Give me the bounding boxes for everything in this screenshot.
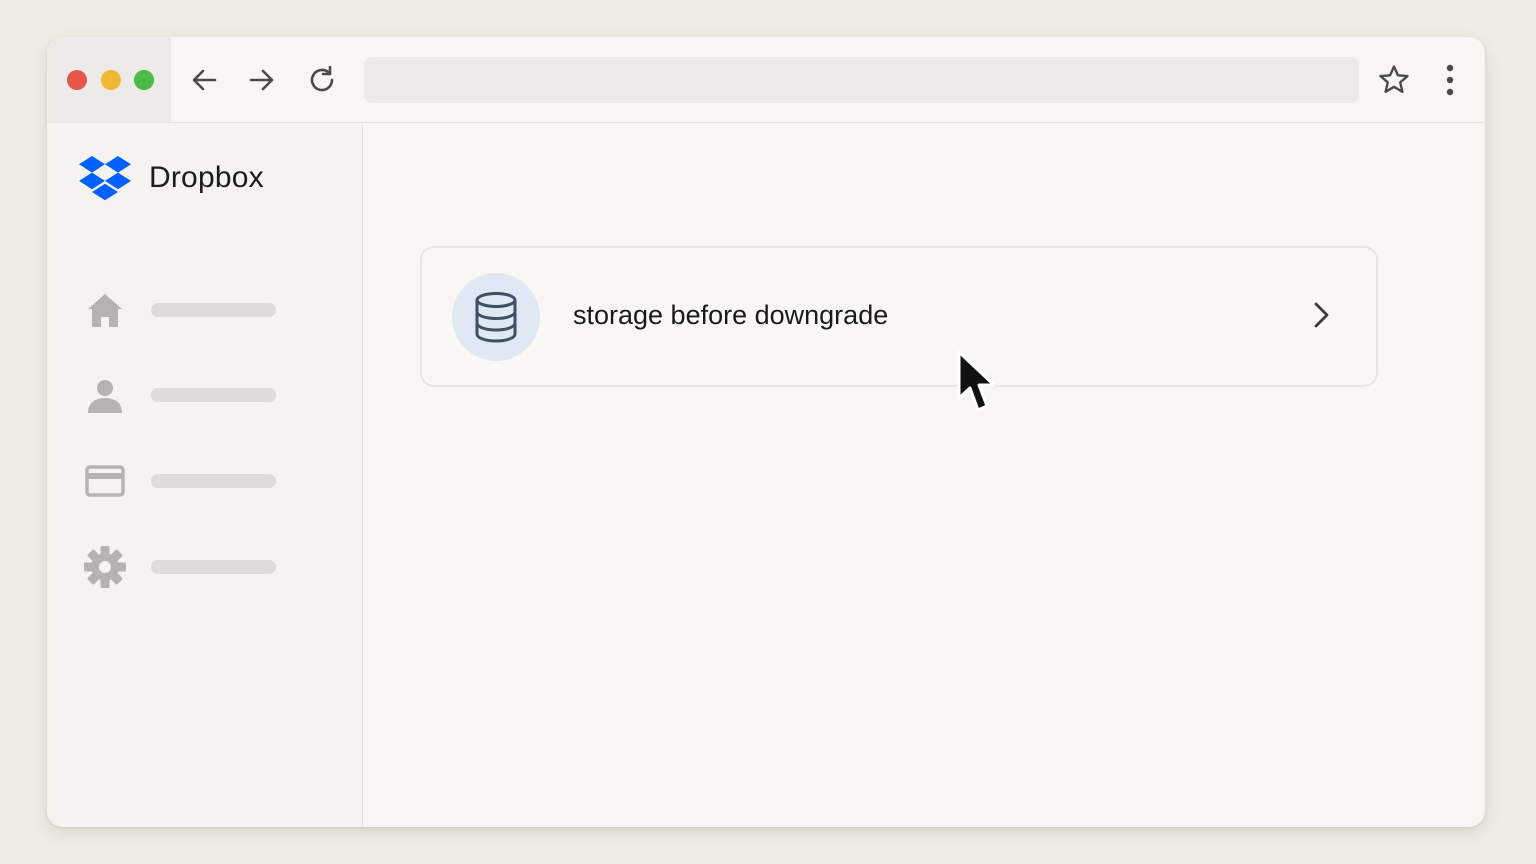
card-icon-badge (452, 273, 540, 361)
brand-name: Dropbox (149, 161, 264, 194)
storage-before-downgrade-card[interactable]: storage before downgrade (420, 246, 1378, 387)
sidebar-item-label (151, 388, 276, 402)
dropbox-logo-icon (79, 156, 131, 201)
browser-toolbar (47, 37, 1485, 123)
more-menu-button[interactable] (1433, 63, 1467, 97)
forward-arrow-icon (249, 69, 274, 91)
sidebar-item-account[interactable] (83, 370, 323, 420)
person-icon (88, 380, 122, 413)
more-vertical-icon (1446, 64, 1454, 96)
gear-icon (84, 546, 126, 588)
reload-button[interactable] (305, 63, 339, 97)
back-button[interactable] (187, 63, 221, 97)
main-content: storage before downgrade (363, 123, 1485, 827)
maximize-window-button[interactable] (134, 70, 154, 90)
sidebar-item-billing[interactable] (83, 456, 323, 506)
card-chevron (1306, 298, 1336, 332)
sidebar-item-settings[interactable] (83, 542, 323, 592)
browser-window: Dropbox storage before downgrade (47, 37, 1485, 827)
home-icon (88, 294, 122, 327)
brand-logo[interactable]: Dropbox (79, 155, 264, 201)
sidebar-item-home[interactable] (83, 285, 323, 335)
database-icon (475, 292, 517, 343)
bookmark-star-icon (1379, 65, 1409, 93)
sidebar-item-label (151, 474, 276, 488)
minimize-window-button[interactable] (101, 70, 121, 90)
back-arrow-icon (192, 69, 217, 91)
address-bar[interactable] (364, 57, 1359, 103)
bookmark-button[interactable] (1377, 63, 1411, 97)
reload-icon (310, 65, 334, 92)
chevron-right-icon (1314, 302, 1329, 328)
sidebar-item-label (151, 303, 276, 317)
card-label: storage before downgrade (573, 300, 889, 330)
sidebar: Dropbox (47, 123, 363, 827)
credit-card-icon (85, 465, 125, 497)
forward-button[interactable] (245, 63, 279, 97)
close-window-button[interactable] (67, 70, 87, 90)
sidebar-item-label (151, 560, 276, 574)
window-controls (47, 37, 171, 122)
